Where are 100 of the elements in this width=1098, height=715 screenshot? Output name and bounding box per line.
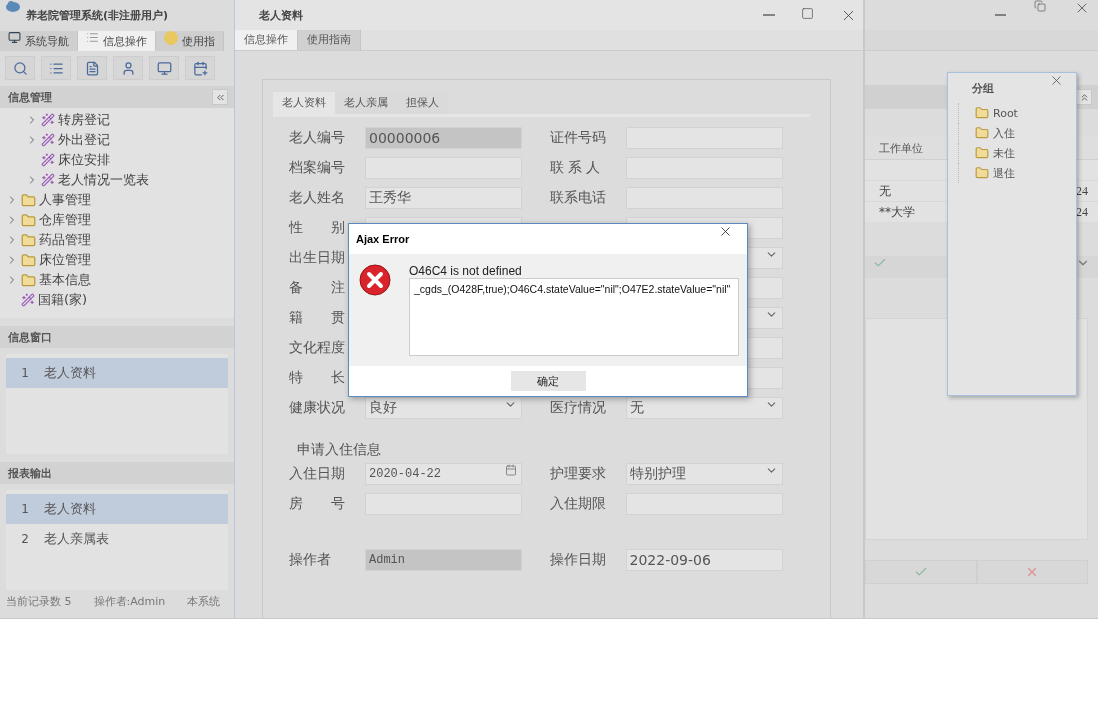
form-tab[interactable]: 老人资料 — [273, 92, 335, 114]
row-label: 老人资料 — [44, 500, 96, 518]
toolbar-button[interactable] — [77, 56, 107, 80]
tree-item[interactable]: 老人情况一览表 — [58, 171, 149, 189]
field-label: 文化程度 — [289, 339, 346, 357]
close-icon — [718, 224, 733, 239]
window-icon — [8, 31, 21, 44]
search-icon — [12, 60, 28, 76]
menu-tab[interactable]: 使用指南 — [298, 30, 361, 50]
menu-tab[interactable]: 系统导航 — [0, 31, 78, 51]
menu-tab[interactable]: 使用指 — [156, 31, 224, 51]
logo-icon — [6, 0, 20, 12]
maximize-icon — [801, 6, 814, 20]
status-text: 操作者:Admin — [93, 593, 166, 609]
restore-icon — [1034, 0, 1046, 12]
check-icon — [913, 565, 928, 579]
error-message: O46C4 is not defined — [409, 264, 523, 278]
field-label: 籍 贯 — [289, 309, 346, 327]
field-label: 操作日期 — [549, 551, 607, 569]
app-title: 养老院管理系统(非注册用户) — [26, 7, 169, 23]
folder-icon — [21, 252, 36, 268]
date-field[interactable]: 2020-04-22 — [365, 463, 522, 485]
list-row[interactable]: 1 老人资料 — [6, 494, 228, 524]
list-row[interactable]: 2 老人亲属表 — [6, 524, 228, 554]
folder-icon — [975, 106, 989, 120]
field-label: 档案编号 — [289, 159, 346, 177]
section-title: 申请入住信息 — [297, 441, 381, 459]
error-detail-field[interactable]: _cgds_(O428F,true);O46C4.stateValue="nil";O47E2.stateValue="nil" — [409, 278, 739, 356]
tree-item[interactable]: 国籍(家) — [38, 291, 88, 309]
toolbar-button[interactable] — [113, 56, 143, 80]
field-label: 入住日期 — [289, 465, 346, 483]
folder-icon — [21, 192, 36, 208]
input-field[interactable]: Admin — [365, 549, 522, 571]
ok-button[interactable]: 确定 — [510, 371, 586, 391]
status-text: 当前记录数 5 — [6, 593, 72, 609]
calendar-add-icon — [192, 60, 208, 76]
minimize-icon — [995, 14, 1006, 16]
tree-item[interactable]: 床位安排 — [58, 151, 110, 169]
user-icon — [120, 60, 136, 76]
field-label: 入住期限 — [549, 495, 607, 513]
folder-icon — [21, 212, 36, 228]
dialog-title: Ajax Error — [356, 233, 410, 245]
folder-icon — [975, 146, 989, 160]
field-label: 医疗情况 — [549, 399, 607, 417]
input-field[interactable]: 2022-09-06 — [625, 549, 783, 571]
confirm-button[interactable] — [865, 560, 977, 584]
tree-item[interactable]: 转房登记 — [58, 111, 110, 129]
tree-item[interactable]: 外出登记 — [58, 131, 110, 149]
row-number: 2 — [20, 532, 30, 546]
tree-item[interactable]: 人事管理 — [39, 191, 91, 209]
document-icon — [84, 60, 100, 76]
tree-item[interactable]: 药品管理 — [39, 231, 91, 249]
toolbar-button[interactable] — [5, 56, 35, 80]
list-icon — [48, 60, 64, 76]
table-cell: **大学 — [879, 203, 915, 221]
minimize-icon — [763, 14, 775, 16]
menu-tab[interactable]: 信息操作 — [78, 31, 156, 51]
field-label: 健康状况 — [289, 399, 346, 417]
dropdown-field[interactable]: 无 — [625, 397, 783, 419]
status-text: 本系统 — [187, 593, 221, 609]
folder-icon — [21, 272, 36, 288]
row-number: 1 — [20, 366, 30, 380]
wand-icon — [41, 133, 55, 147]
row-label: 老人亲属表 — [44, 530, 109, 548]
field-label: 联系电话 — [549, 189, 607, 207]
popup-title: 分组 — [972, 80, 994, 96]
folder-icon — [21, 232, 36, 248]
tree-item[interactable]: 仓库管理 — [39, 211, 91, 229]
wand-icon — [21, 293, 35, 307]
check-icon — [873, 256, 887, 270]
menu-tab[interactable]: 信息操作 — [235, 30, 298, 50]
table-cell: 24 — [1076, 183, 1088, 199]
group-item[interactable]: 未住 — [958, 143, 1076, 163]
panel-title: 信息窗口 — [8, 329, 52, 345]
list-row[interactable]: 1 老人资料 — [6, 358, 228, 388]
row-label: 老人资料 — [44, 364, 96, 382]
input-field[interactable]: 00000006 — [365, 127, 522, 149]
panel-title: 信息管理 — [8, 89, 52, 105]
toolbar-button[interactable] — [185, 56, 215, 80]
cancel-button[interactable] — [976, 560, 1088, 584]
monitor-icon — [156, 60, 172, 76]
field-label: 证件号码 — [549, 129, 607, 147]
toolbar-button[interactable] — [41, 56, 71, 80]
group-item[interactable]: 退住 — [958, 163, 1076, 183]
close-icon — [1049, 73, 1064, 88]
group-item[interactable]: Root — [958, 103, 1076, 123]
field-label: 性 别 — [289, 219, 346, 237]
window-title: 老人资料 — [259, 7, 303, 23]
dropdown-field[interactable]: 良好 — [365, 397, 522, 419]
tree-item[interactable]: 基本信息 — [39, 271, 91, 289]
input-field[interactable]: 王秀华 — [365, 187, 522, 209]
folder-icon — [975, 126, 989, 140]
table-cell: 24 — [1076, 204, 1088, 220]
collapse-button[interactable] — [212, 89, 228, 105]
group-item[interactable]: 入住 — [958, 123, 1076, 143]
field-label: 房 号 — [289, 495, 346, 513]
dropdown-field[interactable]: 特别护理 — [625, 463, 783, 485]
tree-item[interactable]: 床位管理 — [39, 251, 91, 269]
toolbar-button[interactable] — [149, 56, 179, 80]
field-label: 特 长 — [289, 369, 346, 387]
